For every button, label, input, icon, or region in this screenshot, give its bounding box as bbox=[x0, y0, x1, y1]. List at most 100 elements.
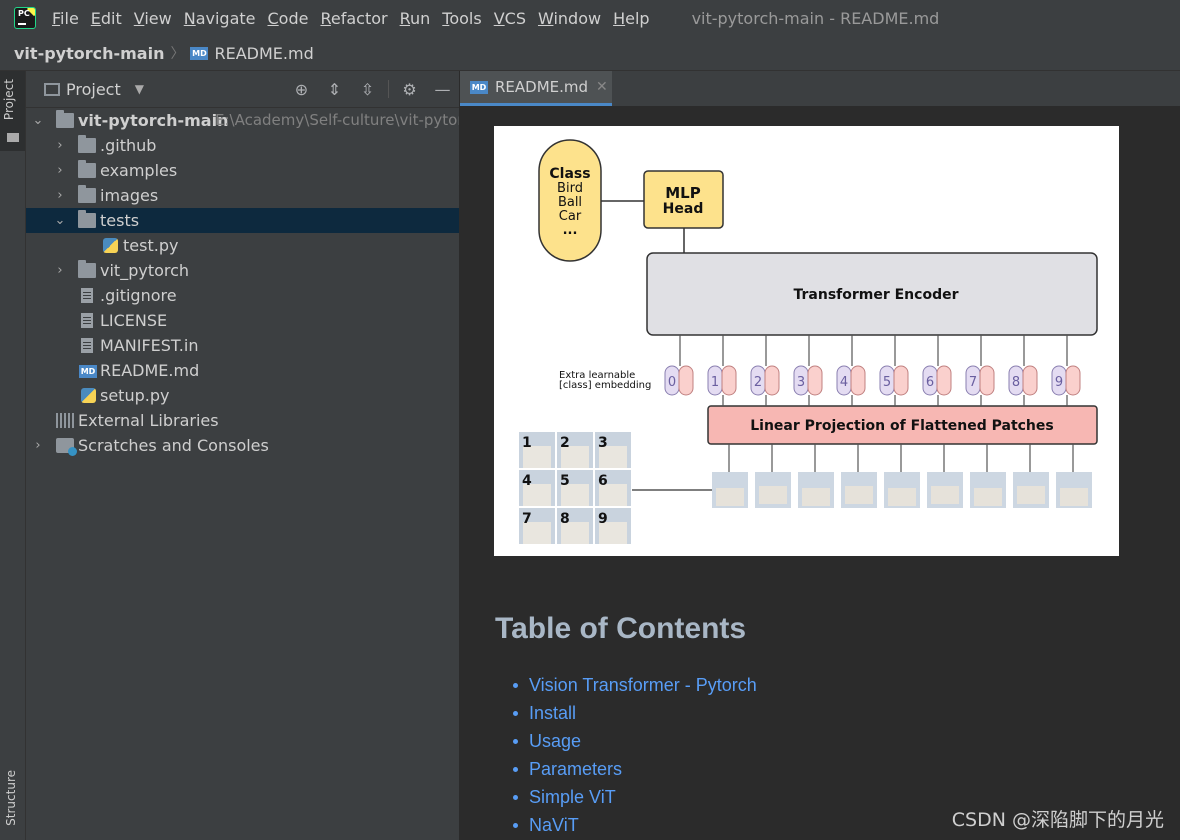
tree-item-github[interactable]: › .github bbox=[26, 133, 459, 158]
breadcrumb-file[interactable]: README.md bbox=[214, 44, 313, 63]
toc-heading: Table of Contents bbox=[495, 612, 747, 645]
chevron-down-icon[interactable]: ⌄ bbox=[32, 108, 44, 133]
package-folder-icon bbox=[78, 260, 96, 278]
tree-item-external-libraries[interactable]: External Libraries bbox=[26, 408, 459, 433]
menu-edit[interactable]: Edit bbox=[91, 9, 122, 28]
breadcrumb-separator-icon: 〉 bbox=[170, 46, 185, 62]
tree-item-label: .github bbox=[100, 136, 157, 155]
chevron-right-icon[interactable]: › bbox=[54, 258, 66, 283]
project-tool-button[interactable]: Project bbox=[0, 71, 25, 151]
toc-link[interactable]: Parameters bbox=[529, 759, 622, 779]
token-index-label: 2 bbox=[754, 375, 762, 390]
tree-item-label: Scratches and Consoles bbox=[78, 436, 269, 455]
text-file-icon bbox=[81, 313, 93, 328]
toc-list: Vision Transformer - Pytorch Install Usa… bbox=[495, 671, 757, 839]
chevron-right-icon[interactable]: › bbox=[54, 133, 66, 158]
menu-bar: PC File Edit View Navigate Code Refactor… bbox=[0, 0, 1180, 36]
token-index-label: 7 bbox=[969, 375, 977, 390]
structure-tool-button[interactable]: Structure bbox=[4, 770, 18, 826]
menu-run[interactable]: Run bbox=[400, 9, 431, 28]
tree-item-gitignore[interactable]: .gitignore bbox=[26, 283, 459, 308]
expand-all-icon[interactable]: ⇕ bbox=[318, 80, 351, 99]
patch-building bbox=[759, 486, 787, 504]
menu-tools[interactable]: Tools bbox=[442, 9, 481, 28]
libraries-icon bbox=[56, 413, 74, 428]
breadcrumb: vit-pytorch-main 〉 MD README.md bbox=[0, 36, 1180, 71]
tree-item-label: README.md bbox=[100, 361, 200, 380]
toc-link[interactable]: Usage bbox=[529, 731, 581, 751]
toc-item: Usage bbox=[495, 727, 757, 755]
tab-label: README.md bbox=[495, 78, 589, 96]
toc-item: Install bbox=[495, 699, 757, 727]
tab-readme[interactable]: MD README.md ✕ bbox=[460, 71, 612, 106]
patch-building bbox=[888, 488, 916, 506]
extra-embedding-label: [class] embedding bbox=[559, 380, 651, 391]
patch-token bbox=[721, 365, 737, 396]
toc-link[interactable]: Install bbox=[529, 703, 576, 723]
tree-item-images[interactable]: › images bbox=[26, 183, 459, 208]
locate-file-icon[interactable]: ⊕ bbox=[285, 80, 318, 99]
tree-item-tests[interactable]: ⌄ tests bbox=[26, 208, 459, 233]
tree-item-label: LICENSE bbox=[100, 311, 168, 330]
python-file-icon bbox=[103, 238, 118, 253]
toc-link[interactable]: Simple ViT bbox=[529, 787, 616, 807]
folder-icon bbox=[56, 110, 74, 128]
collapse-all-icon[interactable]: ⇳ bbox=[351, 80, 384, 99]
patch-token bbox=[1022, 365, 1038, 396]
chevron-right-icon[interactable]: › bbox=[32, 433, 44, 458]
markdown-preview: Class Bird Ball Car ... MLP Head Transfo… bbox=[460, 106, 1180, 840]
menu-code[interactable]: Code bbox=[268, 9, 309, 28]
patch-number-label: 9 bbox=[598, 511, 608, 527]
encoder-label: Transformer Encoder bbox=[793, 287, 958, 303]
patch-token bbox=[1065, 365, 1081, 396]
patch-number-label: 6 bbox=[598, 473, 608, 489]
tree-item-label: External Libraries bbox=[78, 411, 219, 430]
tree-item-test-py[interactable]: test.py bbox=[26, 233, 459, 258]
project-panel-header: Project ▼ ⊕ ⇕ ⇳ ⚙ — bbox=[26, 71, 459, 108]
tree-item-vit-pytorch[interactable]: › vit_pytorch bbox=[26, 258, 459, 283]
folder-icon bbox=[78, 135, 96, 153]
folder-icon bbox=[78, 185, 96, 203]
project-panel-title[interactable]: Project bbox=[66, 80, 121, 99]
tree-item-label: images bbox=[100, 186, 159, 205]
tree-item-setup-py[interactable]: setup.py bbox=[26, 383, 459, 408]
menu-window[interactable]: Window bbox=[538, 9, 601, 28]
tree-item-root[interactable]: ⌄ vit-pytorch-main E:\Academy\Self-cultu… bbox=[26, 108, 459, 133]
chevron-right-icon[interactable]: › bbox=[54, 158, 66, 183]
flattened-patches-row bbox=[712, 444, 1092, 508]
vit-architecture-figure: Class Bird Ball Car ... MLP Head Transfo… bbox=[494, 126, 1119, 556]
toc-link[interactable]: NaViT bbox=[529, 815, 579, 835]
chevron-down-icon[interactable]: ▼ bbox=[135, 82, 144, 96]
menu-refactor[interactable]: Refactor bbox=[320, 9, 387, 28]
hide-panel-icon[interactable]: — bbox=[426, 80, 459, 99]
tree-item-readme[interactable]: MD README.md bbox=[26, 358, 459, 383]
gear-icon[interactable]: ⚙ bbox=[393, 80, 426, 99]
chevron-right-icon[interactable]: › bbox=[54, 183, 66, 208]
patch-building bbox=[1017, 486, 1045, 504]
tree-item-label: test.py bbox=[123, 236, 179, 255]
breadcrumb-project[interactable]: vit-pytorch-main bbox=[14, 44, 164, 63]
tree-item-examples[interactable]: › examples bbox=[26, 158, 459, 183]
menu-file[interactable]: File bbox=[52, 9, 79, 28]
folder-icon bbox=[78, 210, 96, 228]
scratches-icon bbox=[56, 438, 77, 456]
tree-item-manifest[interactable]: MANIFEST.in bbox=[26, 333, 459, 358]
menu-vcs[interactable]: VCS bbox=[494, 9, 526, 28]
token-index-label: 5 bbox=[883, 375, 891, 390]
project-panel: Project ▼ ⊕ ⇕ ⇳ ⚙ — ⌄ vit-pytorch-main E… bbox=[26, 71, 460, 840]
token-index-label: 3 bbox=[797, 375, 805, 390]
menu-view[interactable]: View bbox=[134, 9, 172, 28]
class-label: Car bbox=[559, 209, 582, 224]
patch-token bbox=[807, 365, 823, 396]
mlp-head-label: MLP bbox=[665, 184, 700, 202]
tree-item-scratches[interactable]: › Scratches and Consoles bbox=[26, 433, 459, 458]
patch-building bbox=[1060, 488, 1088, 506]
menu-help[interactable]: Help bbox=[613, 9, 649, 28]
tree-item-license[interactable]: LICENSE bbox=[26, 308, 459, 333]
menu-navigate[interactable]: Navigate bbox=[184, 9, 256, 28]
close-icon[interactable]: ✕ bbox=[596, 79, 608, 95]
patch-number-label: 3 bbox=[598, 435, 608, 451]
toc-link[interactable]: Vision Transformer - Pytorch bbox=[529, 675, 757, 695]
class-label: ... bbox=[563, 223, 578, 238]
chevron-down-icon[interactable]: ⌄ bbox=[54, 208, 66, 233]
